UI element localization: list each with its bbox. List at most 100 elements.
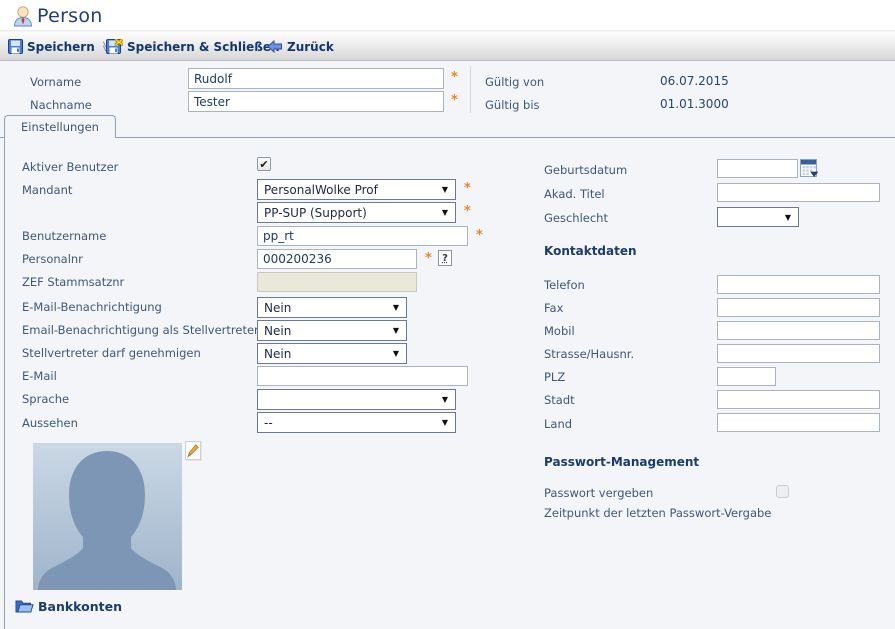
stellvertreter-genehmigen-select-value: Nein [264,347,292,361]
aussehen-label: Aussehen [22,416,78,430]
save-button[interactable]: Speichern ≫ [8,36,112,57]
mandant-label: Mandant [22,183,73,197]
nachname-label: Nachname [30,98,92,112]
bankkonten-section-toggle[interactable]: Bankkonten [15,598,122,614]
email-benachrichtigung-select[interactable]: Nein ▼ [257,297,407,318]
folder-icon [15,600,34,613]
benutzername-input[interactable] [257,226,468,246]
email-stellvertreter-select[interactable]: Nein ▼ [257,320,407,341]
back-button-label: Zurück [287,39,334,54]
zef-stammsatznr-input [257,272,417,292]
calendar-button[interactable] [800,159,819,182]
fax-input[interactable] [717,298,880,317]
gueltig-von-value: 06.07.2015 [660,74,729,88]
akad-titel-input[interactable] [717,183,880,202]
plz-input[interactable] [717,367,776,386]
pencil-icon [187,443,199,458]
save-close-button[interactable]: Speichern & Schließen [106,36,280,57]
save-close-icon [106,39,123,54]
save-close-button-label: Speichern & Schließen [127,39,280,54]
calendar-icon [800,159,819,177]
dropdown-arrow-icon: ▼ [392,303,399,312]
back-button[interactable]: Zurück [267,36,334,57]
tab-panel-left-border [4,137,5,629]
land-input[interactable] [717,413,880,432]
stadt-label: Stadt [544,393,575,407]
personalnr-input[interactable] [257,249,417,269]
sprache-label: Sprache [22,392,70,406]
required-asterisk: * [464,204,471,219]
gruppe-select-value: PP-SUP (Support) [264,206,367,220]
stellvertreter-genehmigen-label: Stellvertreter darf genehmigen [22,346,201,360]
nachname-input[interactable] [188,91,444,112]
dropdown-arrow-icon: ▼ [441,185,448,194]
personalnr-label: Personalnr [22,252,83,266]
zef-stammsatznr-label: ZEF Stammsatznr [22,275,125,289]
required-asterisk: * [476,228,483,243]
mandant-select[interactable]: PersonalWolke Prof ▼ [257,179,456,200]
strasse-input[interactable] [717,344,880,363]
stellvertreter-genehmigen-select[interactable]: Nein ▼ [257,343,407,364]
email-stellvertreter-label: Email-Benachrichtigung als Stellvertrete… [22,323,259,337]
help-icon[interactable]: ? [438,250,452,266]
email-input[interactable] [257,366,468,386]
vorname-label: Vorname [30,75,82,89]
gueltig-bis-value: 01.01.3000 [660,97,729,111]
telefon-label: Telefon [544,278,585,292]
email-stellvertreter-select-value: Nein [264,324,292,338]
aussehen-select[interactable]: -- ▼ [257,412,456,433]
person-page: Person Speichern ≫ Speichern & Schließen… [0,0,895,629]
akad-titel-label: Akad. Titel [544,187,605,201]
field-section-divider [470,66,471,113]
edit-photo-button[interactable] [185,441,201,460]
required-asterisk: * [464,181,471,196]
gueltig-von-label: Gültig von [485,75,545,89]
gruppe-select[interactable]: PP-SUP (Support) ▼ [257,202,456,223]
save-icon [8,39,23,54]
aktiver-benutzer-checkbox[interactable]: ✔ [257,157,271,171]
required-asterisk: * [451,70,458,85]
required-asterisk: * [425,251,432,266]
dropdown-arrow-icon: ▼ [441,395,448,404]
fax-label: Fax [544,301,564,315]
land-label: Land [544,417,573,431]
dropdown-arrow-icon: ▼ [392,349,399,358]
passwort-management-heading: Passwort-Management [544,455,700,469]
benutzername-label: Benutzername [22,229,107,243]
tab-panel-border [0,137,895,138]
passwort-vergeben-label: Passwort vergeben [544,486,654,500]
geschlecht-select[interactable]: ▼ [717,207,799,227]
sprache-select[interactable]: ▼ [257,389,456,410]
mobil-label: Mobil [544,324,575,338]
strasse-label: Strasse/Hausnr. [544,347,635,361]
bankkonten-label: Bankkonten [38,598,122,614]
aktiver-benutzer-label: Aktiver Benutzer [22,160,119,174]
mobil-input[interactable] [717,321,880,340]
page-title: Person [37,5,103,27]
plz-label: PLZ [544,370,566,384]
vorname-input[interactable] [188,68,444,89]
dropdown-arrow-icon: ▼ [784,213,791,222]
telefon-input[interactable] [717,275,880,294]
kontaktdaten-heading: Kontaktdaten [544,244,637,258]
email-label: E-Mail [22,369,57,383]
aussehen-select-value: -- [264,416,273,430]
arrow-left-icon [267,40,282,53]
required-asterisk: * [451,93,458,108]
dropdown-arrow-icon: ▼ [441,418,448,427]
person-icon [14,6,32,27]
geburtsdatum-input[interactable] [717,159,798,178]
dropdown-arrow-icon: ▼ [441,208,448,217]
stadt-input[interactable] [717,390,880,409]
toolbar: Speichern ≫ Speichern & Schließen Zurück [0,32,895,61]
gueltig-bis-label: Gültig bis [485,98,540,112]
geschlecht-label: Geschlecht [544,211,608,225]
tab-einstellungen[interactable]: Einstellungen [4,115,116,138]
email-benachrichtigung-select-value: Nein [264,301,292,315]
passwort-vergeben-checkbox [776,485,789,498]
zeitpunkt-passwort-label: Zeitpunkt der letzten Passwort-Vergabe [544,506,772,520]
page-header: Person [0,0,895,31]
dropdown-arrow-icon: ▼ [392,326,399,335]
profile-photo-placeholder [33,443,182,590]
mandant-select-value: PersonalWolke Prof [264,183,378,197]
